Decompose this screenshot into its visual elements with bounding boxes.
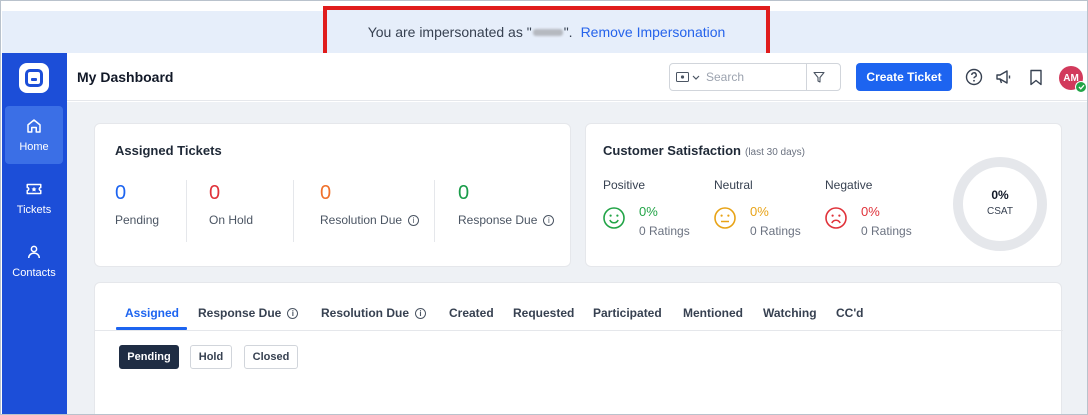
filter-closed-button[interactable]: Closed xyxy=(244,345,298,369)
csat-ratings: 0 Ratings xyxy=(750,224,801,238)
impersonation-text: You are impersonated as " xyxy=(367,24,532,40)
csat-gauge-value: 0% xyxy=(991,188,1009,202)
tab-requested[interactable]: Requested xyxy=(513,306,574,320)
tab-resolution-due[interactable]: Resolution Due i xyxy=(321,306,427,320)
csat-percent: 0% xyxy=(861,204,880,219)
csat-positive: Positive 0% 0 Ratings xyxy=(603,178,690,238)
stat-response-due[interactable]: 0 Response Due i xyxy=(458,182,555,227)
csat-label: Negative xyxy=(825,178,873,192)
info-icon[interactable]: i xyxy=(287,307,299,319)
create-ticket-button[interactable]: Create Ticket xyxy=(856,63,952,91)
search-scope-dropdown[interactable] xyxy=(670,64,706,90)
csat-percent: 0% xyxy=(639,204,658,219)
divider xyxy=(293,180,294,242)
active-tab-indicator xyxy=(116,327,187,330)
tab-created[interactable]: Created xyxy=(449,306,494,320)
csat-negative: Negative 0% 0 Ratings xyxy=(825,178,912,238)
sidebar-item-label: Home xyxy=(19,141,49,153)
csat-gauge: 0% CSAT xyxy=(952,156,1048,252)
dashboard-content: Assigned Tickets 0 Pending 0 On Hold 0 R… xyxy=(67,102,1087,414)
filter-pending-button[interactable]: Pending xyxy=(119,345,179,369)
csat-gauge-label: CSAT xyxy=(987,206,1013,217)
tab-watching[interactable]: Watching xyxy=(763,306,817,320)
csat-subtitle: (last 30 days) xyxy=(744,147,806,158)
sidebar-item-label: Tickets xyxy=(16,204,52,216)
divider xyxy=(434,180,435,242)
stat-label: On Hold xyxy=(209,213,254,227)
filter-hold-button[interactable]: Hold xyxy=(190,345,232,369)
stat-resolution-due[interactable]: 0 Resolution Due i xyxy=(320,182,420,227)
tab-ccd[interactable]: CC'd xyxy=(836,306,864,320)
divider xyxy=(186,180,187,242)
top-header: My Dashboard Create Ticket AM xyxy=(67,53,1087,101)
chevron-down-icon xyxy=(692,75,700,80)
filter-icon xyxy=(812,71,825,83)
person-icon xyxy=(28,245,40,259)
page-title: My Dashboard xyxy=(77,69,174,85)
help-icon xyxy=(965,68,983,86)
help-button[interactable] xyxy=(964,67,984,87)
ticket-scope-icon xyxy=(676,72,689,82)
tickets-list-card: Assigned Response Due i Resolution Due i C… xyxy=(94,282,1063,414)
online-status-icon xyxy=(1075,81,1087,93)
megaphone-icon xyxy=(996,70,1011,84)
announcements-button[interactable] xyxy=(994,67,1014,87)
search-input[interactable] xyxy=(706,64,806,90)
stat-label: Response Due xyxy=(458,213,538,227)
stat-value: 0 xyxy=(209,182,221,204)
sidebar-item-contacts[interactable]: Contacts xyxy=(5,232,63,290)
sidebar-item-tickets[interactable]: Tickets xyxy=(5,169,63,227)
tab-participated[interactable]: Participated xyxy=(593,306,662,320)
bookmark-icon xyxy=(1030,69,1042,85)
tab-assigned[interactable]: Assigned xyxy=(125,306,179,320)
customer-satisfaction-card: Customer Satisfaction (last 30 days) Posi… xyxy=(585,123,1062,267)
smile-icon xyxy=(603,207,625,229)
sidebar: Home Tickets Contacts xyxy=(2,53,67,414)
sidebar-item-label: Contacts xyxy=(12,267,56,279)
bookmarks-button[interactable] xyxy=(1026,67,1046,87)
ticket-icon xyxy=(26,183,42,195)
stat-on-hold[interactable]: 0 On Hold xyxy=(209,182,253,227)
assigned-tickets-title: Assigned Tickets xyxy=(115,143,222,158)
csat-percent: 0% xyxy=(750,204,769,219)
info-icon[interactable]: i xyxy=(543,214,555,226)
info-icon[interactable]: i xyxy=(415,307,427,319)
csat-label: Neutral xyxy=(714,178,753,192)
filter-button[interactable] xyxy=(806,64,830,90)
tab-response-due[interactable]: Response Due i xyxy=(198,306,299,320)
csat-label: Positive xyxy=(603,178,646,192)
csat-ratings: 0 Ratings xyxy=(639,224,690,238)
impersonation-notice: You are impersonated as " ". Remove Impe… xyxy=(323,6,770,58)
impersonation-text-end: ". xyxy=(563,24,573,40)
avatar[interactable]: AM xyxy=(1059,66,1087,93)
assigned-tickets-card: Assigned Tickets 0 Pending 0 On Hold 0 R… xyxy=(94,123,571,267)
remove-impersonation-link[interactable]: Remove Impersonation xyxy=(581,24,726,40)
stat-value: 0 xyxy=(115,182,127,204)
stat-value: 0 xyxy=(458,182,470,204)
ticket-tabs: Assigned Response Due i Resolution Due i C… xyxy=(95,283,1063,331)
sidebar-item-home[interactable]: Home xyxy=(5,106,63,164)
stat-value: 0 xyxy=(320,182,332,204)
stat-label: Pending xyxy=(115,213,160,227)
app-window: You are impersonated as " ". Remove Impe… xyxy=(0,0,1088,415)
neutral-face-icon xyxy=(714,207,736,229)
info-icon[interactable]: i xyxy=(408,214,420,226)
masked-username xyxy=(532,28,563,36)
app-logo-icon[interactable] xyxy=(19,63,49,93)
tab-mentioned[interactable]: Mentioned xyxy=(683,306,743,320)
search-box xyxy=(669,63,841,91)
stat-pending[interactable]: 0 Pending xyxy=(115,182,159,227)
home-icon xyxy=(27,119,41,133)
csat-ratings: 0 Ratings xyxy=(861,224,912,238)
frown-icon xyxy=(825,207,847,229)
csat-title: Customer Satisfaction (last 30 days) xyxy=(603,143,806,158)
csat-neutral: Neutral 0% 0 Ratings xyxy=(714,178,801,238)
stat-label: Resolution Due xyxy=(320,213,403,227)
